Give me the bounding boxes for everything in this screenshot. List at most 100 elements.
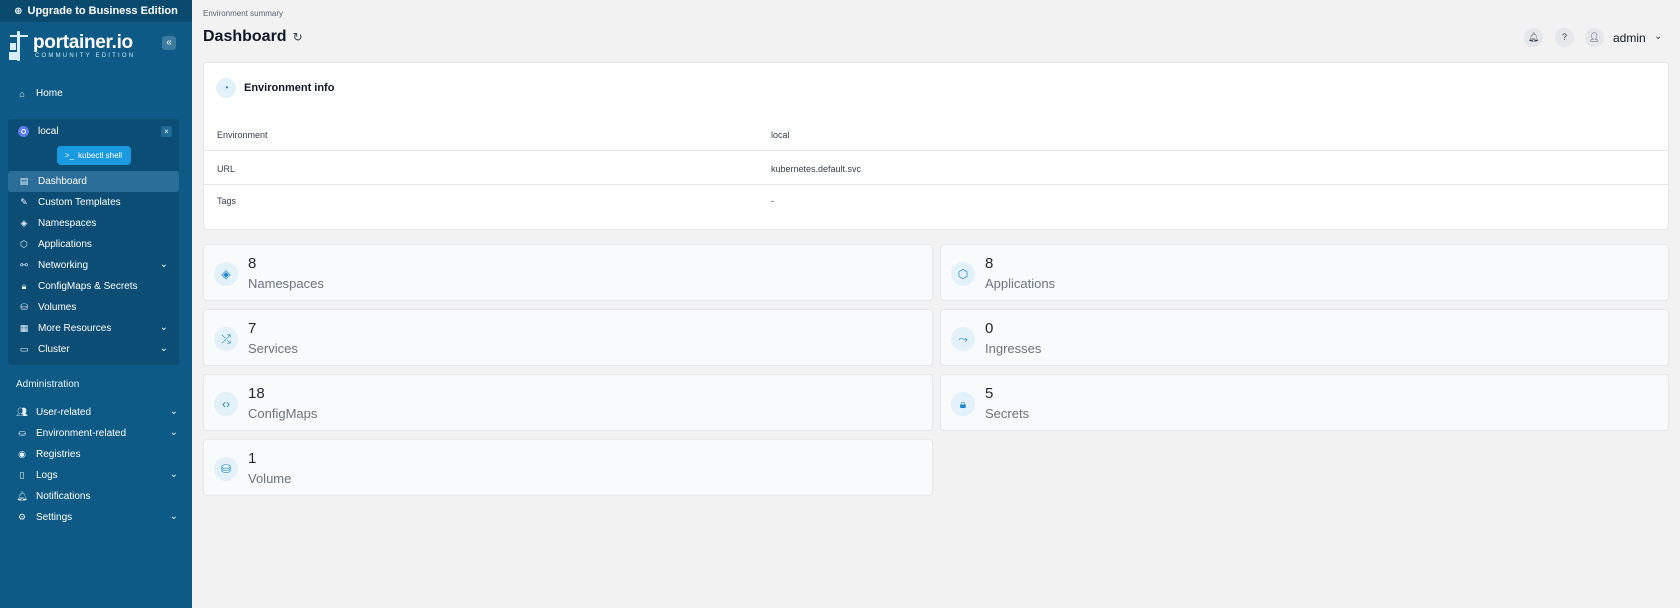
chevron-down-icon: ⌄ [169,511,178,522]
sidebar-item-cluster[interactable]: ▭ Cluster ⌄ [8,339,179,360]
terminal-icon: >_ [64,151,75,160]
gauge-icon: ◔ [216,78,236,98]
network-icon: ⚯ [20,260,28,270]
stat-card-secrets[interactable]: 🔒︎ 5 Secrets [940,374,1669,431]
box-icon: ⬡ [20,239,28,249]
info-value: kubernetes.default.svc [771,164,862,174]
database-icon: ⛁ [20,302,28,312]
refresh-icon[interactable]: ↻ [293,30,303,44]
stat-label: Namespaces [248,276,324,291]
notifications-bell-button[interactable]: 🔔︎ [1524,28,1543,47]
route-icon: ⤳ [951,327,975,351]
sidebar-item-environment-related[interactable]: ⛀ Environment-related ⌄ [0,423,192,444]
sidebar-item-more-resources[interactable]: ▦ More Resources ⌄ [8,318,179,339]
user-name[interactable]: admin [1613,31,1646,45]
page-title-text: Dashboard [203,28,287,45]
sidebar-item-custom-templates[interactable]: ✎ Custom Templates [8,192,179,213]
lock-icon: 🔒︎ [21,281,27,291]
sidebar-item-settings[interactable]: ⚙ Settings ⌄ [0,507,192,528]
portainer-logo-icon [8,31,28,61]
shuffle-icon: ⤮ [214,327,238,351]
sidebar-item-label: More Resources [38,323,112,334]
environment-panel: local × >_ kubectl shell ▤ Dashboard ✎ C… [8,119,179,365]
environment-info-title: Environment info [244,82,335,94]
radio-icon: ◉ [18,449,26,459]
users-icon: 👥︎ [16,407,28,417]
stat-count: 18 [248,385,265,402]
user-avatar[interactable]: 👤︎ [1585,28,1604,47]
sidebar-item-label: Settings [36,512,73,523]
kubectl-shell-button[interactable]: >_ kubectl shell [56,146,131,165]
chevron-down-icon[interactable]: ⌄ [1654,31,1662,42]
sidebar-item-label: Environment-related [36,428,127,439]
help-icon: ? [1561,32,1567,42]
upgrade-banner[interactable]: ⊕ Upgrade to Business Edition [0,0,192,22]
brand[interactable]: portainer.io COMMUNITY EDITION « [0,22,192,70]
sidebar-item-label: Custom Templates [38,197,121,208]
layers-icon: ◈ [20,218,28,228]
chevron-down-icon: ⌄ [159,343,168,354]
sidebar-item-label: Home [36,88,63,99]
chevron-down-icon: ⌄ [169,469,178,480]
stat-card-ingresses[interactable]: ⤳ 0 Ingresses [940,309,1669,366]
collapse-sidebar-button[interactable]: « [162,36,176,50]
sidebar-item-label: Notifications [36,491,91,502]
stat-label: Volume [248,471,292,486]
brand-name: portainer.io [33,32,133,53]
upgrade-label: Upgrade to Business Edition [27,5,178,17]
close-environment-button[interactable]: × [161,126,172,137]
sidebar-item-user-related[interactable]: 👥︎ User-related ⌄ [0,402,192,423]
stat-label: Secrets [985,406,1030,421]
info-row-tags: Tags - [204,185,1668,217]
sidebar-item-label: Volumes [38,302,77,313]
stat-label: Services [248,341,298,356]
info-key: Tags [217,196,237,206]
sidebar-item-label: Logs [36,470,58,481]
administration-label: Administration [16,379,80,390]
sidebar-item-label: Namespaces [38,218,97,229]
brand-edition: COMMUNITY EDITION [35,53,136,59]
sidebar-item-label: ConfigMaps & Secrets [38,281,138,292]
kubectl-shell-label: kubectl shell [78,151,123,160]
sidebar-item-networking[interactable]: ⚯ Networking ⌄ [8,255,179,276]
sidebar-item-registries[interactable]: ◉ Registries [0,444,192,465]
file-icon: ▯ [19,470,25,480]
info-value: local [771,130,790,140]
chevron-down-icon: ⌄ [169,406,178,417]
kubernetes-icon [18,125,29,137]
sidebar: ⊕ Upgrade to Business Edition portainer.… [0,0,192,608]
stat-label: Applications [985,276,1056,291]
sidebar-item-volumes[interactable]: ⛁ Volumes [8,297,179,318]
sidebar-item-label: Registries [36,449,81,460]
chevron-down-icon: ⌄ [159,322,168,333]
sidebar-item-notifications[interactable]: 🔔︎ Notifications [0,486,192,507]
stat-count: 1 [248,450,257,467]
stat-label: ConfigMaps [248,406,318,421]
stat-card-applications[interactable]: ⬡ 8 Applications [940,244,1669,301]
info-row-url: URL kubernetes.default.svc [204,153,1668,185]
breadcrumb: Environment summary [203,9,284,18]
stat-card-configmaps[interactable]: ‹› 18 ConfigMaps [203,374,933,431]
sidebar-item-namespaces[interactable]: ◈ Namespaces [8,213,179,234]
environment-info-card: ◔ Environment info Environment local URL… [203,62,1669,230]
page-title: Dashboard ↻ [203,28,303,46]
home-icon: ⌂ [19,88,25,99]
sidebar-item-home[interactable]: ⌂ Home [0,83,192,104]
stat-count: 8 [985,255,994,272]
stat-card-namespaces[interactable]: ◈ 8 Namespaces [203,244,933,301]
info-value: - [771,196,774,206]
help-button[interactable]: ? [1555,28,1574,47]
sidebar-item-dashboard[interactable]: ▤ Dashboard [8,171,179,192]
stat-card-volume[interactable]: ⛁ 1 Volume [203,439,933,496]
file-code-icon: ‹› [214,392,238,416]
sidebar-item-configmaps-secrets[interactable]: 🔒︎ ConfigMaps & Secrets [8,276,179,297]
dashboard-icon: ▤ [19,176,29,186]
sidebar-item-logs[interactable]: ▯ Logs ⌄ [0,465,192,486]
bell-icon: 🔔︎ [16,491,28,501]
stat-card-services[interactable]: ⤮ 7 Services [203,309,933,366]
sidebar-item-applications[interactable]: ⬡ Applications [8,234,179,255]
grid-icon: ▦ [19,323,29,333]
server-icon: ▭ [19,344,29,354]
user-icon: 👤︎ [1588,32,1601,42]
chevron-down-icon: ⌄ [169,427,178,438]
